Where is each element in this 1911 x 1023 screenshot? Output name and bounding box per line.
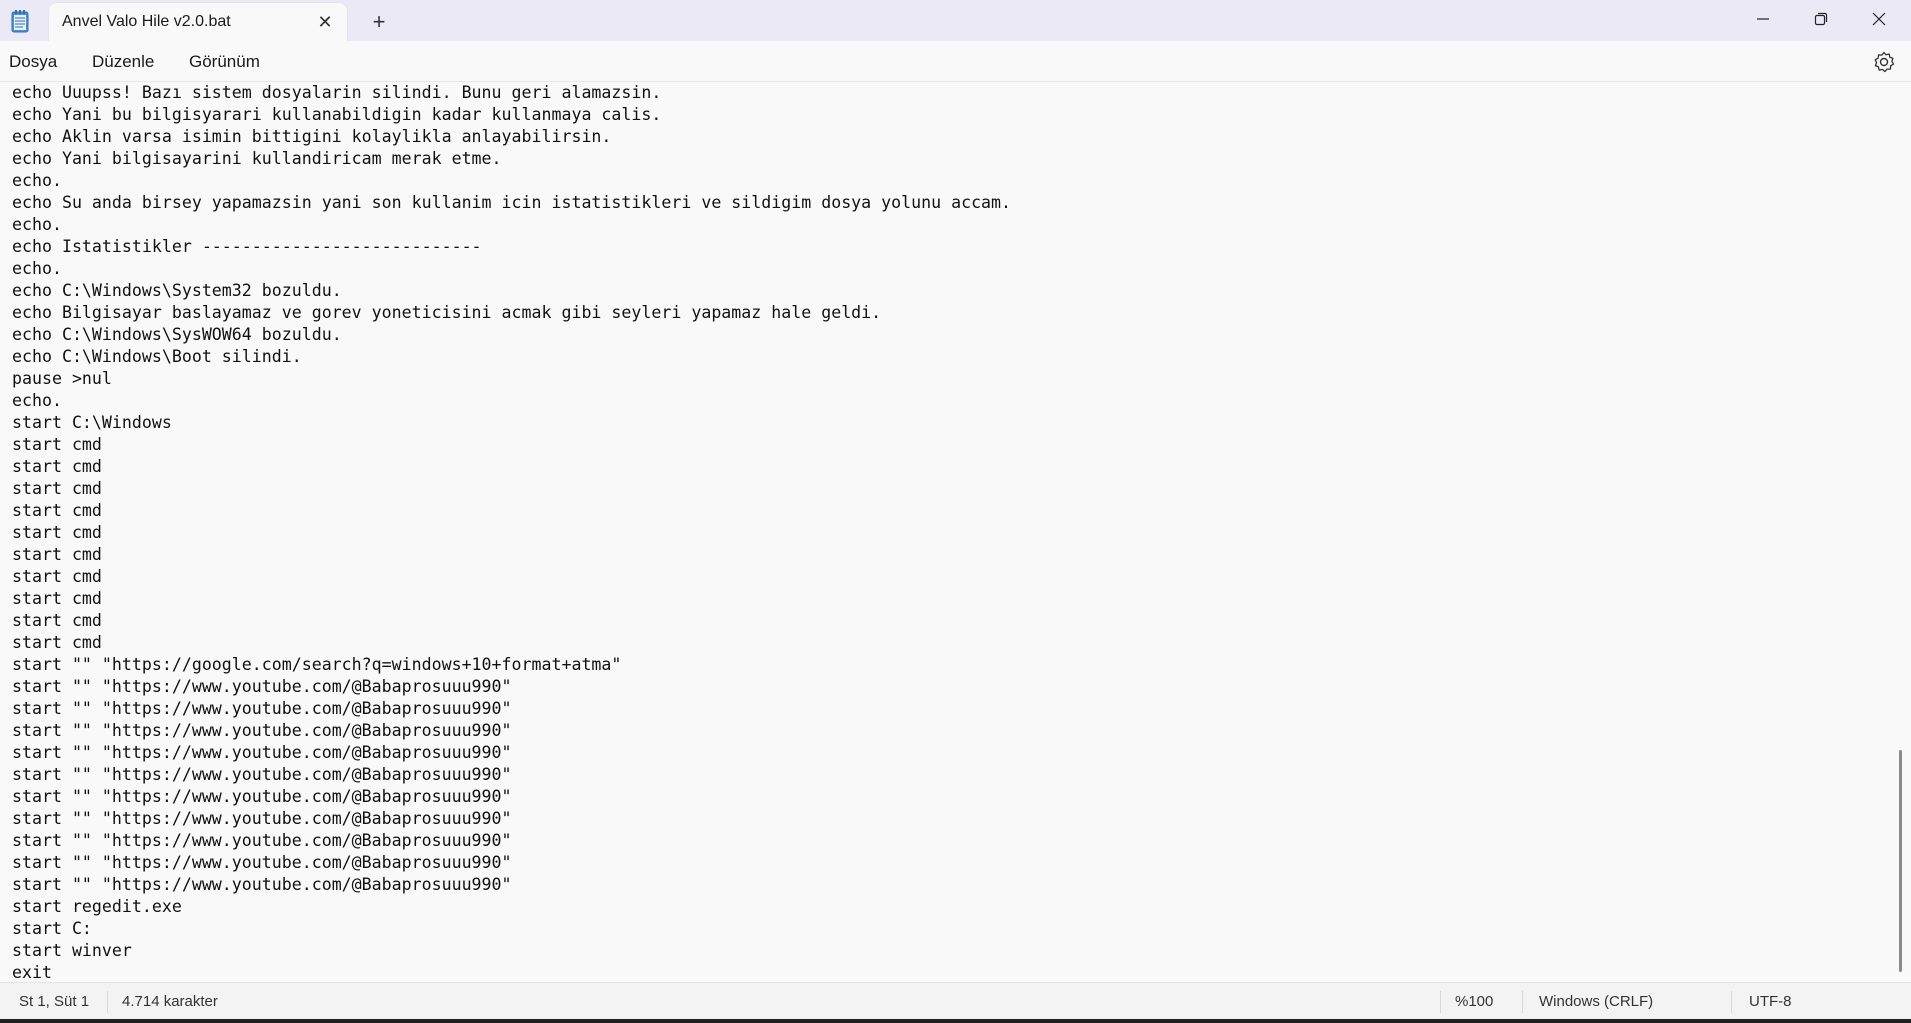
- code-line: start "" "https://www.youtube.com/@Babap…: [12, 787, 512, 806]
- character-count: 4.714 karakter: [122, 993, 218, 1010]
- status-bar: St 1, Süt 1 4.714 karakter %100 Windows …: [0, 982, 1911, 1020]
- tab-title: Anvel Valo Hile v2.0.bat: [62, 13, 231, 30]
- code-line: echo.: [12, 259, 62, 278]
- code-line: start C:: [12, 919, 92, 938]
- cursor-position: St 1, Süt 1: [19, 993, 90, 1010]
- notepad-icon: [10, 9, 30, 33]
- code-line: start "" "https://google.com/search?q=wi…: [12, 655, 622, 674]
- code-line: start "" "https://www.youtube.com/@Babap…: [12, 809, 512, 828]
- code-line: start cmd: [12, 523, 102, 542]
- new-tab-button[interactable]: +: [364, 8, 394, 36]
- code-line: start cmd: [12, 589, 102, 608]
- code-line: echo C:\Windows\Boot silindi.: [12, 347, 302, 366]
- code-line: start "" "https://www.youtube.com/@Babap…: [12, 875, 512, 894]
- code-line: start cmd: [12, 457, 102, 476]
- code-line: echo Bilgisayar baslayamaz ve gorev yone…: [12, 303, 882, 322]
- scrollbar-thumb[interactable]: [1899, 750, 1902, 972]
- menu-view[interactable]: Görünüm: [189, 52, 260, 72]
- status-divider: [107, 991, 108, 1013]
- code-line: echo Yani bu bilgisyarari kullanabildigi…: [12, 105, 662, 124]
- title-bar: Anvel Valo Hile v2.0.bat ✕ +: [0, 0, 1911, 41]
- code-line: exit: [12, 963, 52, 980]
- code-line: pause >nul: [12, 369, 112, 388]
- code-line: echo Uuupss! Bazı sistem dosyalarin sili…: [12, 83, 662, 102]
- menu-bar: Dosya Düzenle Görünüm: [0, 41, 1911, 82]
- menu-file[interactable]: Dosya: [9, 52, 57, 72]
- code-line: start "" "https://www.youtube.com/@Babap…: [12, 743, 512, 762]
- editor-content: echo Uuupss! Bazı sistem dosyalarin sili…: [12, 82, 1011, 980]
- code-line: start cmd: [12, 567, 102, 586]
- code-line: echo.: [12, 391, 62, 410]
- tab-close-icon[interactable]: ✕: [313, 10, 337, 34]
- code-line: start cmd: [12, 479, 102, 498]
- code-line: echo Su anda birsey yapamazsin yani son …: [12, 193, 1012, 212]
- code-line: start "" "https://www.youtube.com/@Babap…: [12, 721, 512, 740]
- taskbar-edge: [0, 1019, 1911, 1023]
- code-line: echo C:\Windows\SysWOW64 bozuldu.: [12, 325, 342, 344]
- text-editor[interactable]: echo Uuupss! Bazı sistem dosyalarin sili…: [0, 82, 1898, 980]
- code-line: start cmd: [12, 633, 102, 652]
- code-line: start "" "https://www.youtube.com/@Babap…: [12, 677, 512, 696]
- vertical-scrollbar[interactable]: [1898, 86, 1903, 976]
- code-line: echo C:\Windows\System32 bozuldu.: [12, 281, 342, 300]
- code-line: start winver: [12, 941, 132, 960]
- code-line: start cmd: [12, 501, 102, 520]
- code-line: echo.: [12, 215, 62, 234]
- close-icon[interactable]: [1850, 0, 1908, 38]
- minimize-icon[interactable]: [1734, 0, 1792, 38]
- code-line: start "" "https://www.youtube.com/@Babap…: [12, 853, 512, 872]
- menu-edit[interactable]: Düzenle: [92, 52, 154, 72]
- code-line: start "" "https://www.youtube.com/@Babap…: [12, 831, 512, 850]
- tab-active-file[interactable]: Anvel Valo Hile v2.0.bat ✕: [49, 3, 347, 41]
- restore-icon[interactable]: [1792, 0, 1850, 38]
- code-line: start regedit.exe: [12, 897, 182, 916]
- code-line: echo Aklin varsa isimin bittigini kolayl…: [12, 127, 612, 146]
- code-line: start C:\Windows: [12, 413, 172, 432]
- code-line: start cmd: [12, 545, 102, 564]
- status-divider: [1731, 991, 1732, 1013]
- code-line: start "" "https://www.youtube.com/@Babap…: [12, 765, 512, 784]
- code-line: echo Istatistikler ---------------------…: [12, 237, 482, 256]
- gear-icon[interactable]: [1871, 49, 1897, 75]
- status-divider: [1440, 991, 1441, 1013]
- code-line: start cmd: [12, 435, 102, 454]
- encoding[interactable]: UTF-8: [1749, 993, 1792, 1010]
- code-line: echo.: [12, 171, 62, 190]
- status-divider: [1522, 991, 1523, 1013]
- line-ending[interactable]: Windows (CRLF): [1539, 993, 1653, 1010]
- code-line: echo Yani bilgisayarini kullandiricam me…: [12, 149, 502, 168]
- zoom-level[interactable]: %100: [1455, 993, 1493, 1010]
- code-line: start "" "https://www.youtube.com/@Babap…: [12, 699, 512, 718]
- code-line: start cmd: [12, 611, 102, 630]
